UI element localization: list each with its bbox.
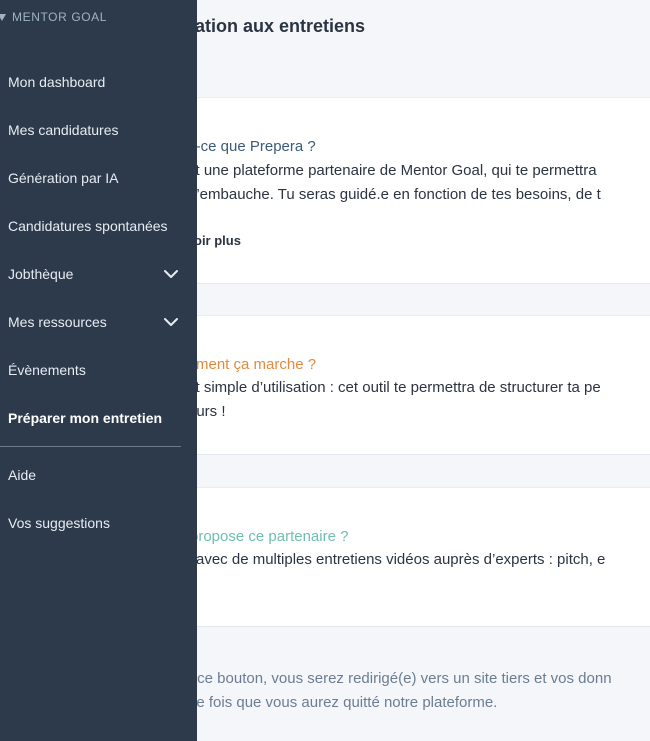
sidebar-item-label: Mes candidatures	[8, 122, 119, 138]
page-title-text: ration aux entretiens	[188, 16, 366, 36]
sidebar-item-label: Génération par IA	[8, 170, 119, 186]
sidebar-item-aide[interactable]: Aide	[8, 461, 184, 489]
sidebar-item-generation-ia[interactable]: Génération par IA	[8, 164, 184, 192]
sidebar-item-label: Jobthèque	[8, 266, 74, 282]
see-more-link[interactable]: oir plus	[194, 233, 241, 248]
disclaimer-line: ne fois que vous aurez quitté notre plat…	[188, 694, 498, 711]
sidebar-divider	[0, 446, 181, 447]
card-text-line: st simple d’utilisation : cet outil te p…	[188, 379, 601, 396]
sidebar-item-label: Évènements	[8, 362, 86, 378]
sidebar-item-evenements[interactable]: Évènements	[8, 356, 184, 384]
card-text-line: avec de multiples entretiens vidéos aupr…	[196, 551, 606, 568]
sidebar-item-label: Aide	[8, 467, 37, 483]
sidebar-item-label: Candidatures spontanées	[8, 218, 168, 234]
chevron-down-icon[interactable]	[164, 269, 178, 279]
card-title: ment ça marche ?	[196, 356, 317, 373]
mentor-goal-logo-icon	[0, 14, 6, 21]
sidebar-item-ressources[interactable]: Mes ressources	[8, 308, 184, 336]
disclaimer-line: r ce bouton, vous serez redirigé(e) vers…	[188, 670, 612, 687]
sidebar-item-candidatures[interactable]: Mes candidatures	[8, 116, 184, 144]
sidebar-item-dashboard[interactable]: Mon dashboard	[8, 68, 184, 96]
brand-name: MENTOR GOAL	[12, 10, 108, 24]
card-title: propose ce partenaire ?	[190, 528, 349, 545]
chevron-down-icon[interactable]	[164, 317, 178, 327]
card-text-line: st une plateforme partenaire de Mentor G…	[188, 162, 597, 179]
brand[interactable]: MENTOR GOAL	[0, 10, 107, 24]
sidebar-item-jobtheque[interactable]: Jobthèque	[8, 260, 184, 288]
sidebar-item-label: Mon dashboard	[8, 74, 106, 90]
sidebar: MENTOR GOAL Mon dashboard Mes candidatur…	[0, 0, 197, 741]
sidebar-item-label: Préparer mon entretien	[8, 410, 163, 426]
sidebar-item-candidatures-spontanees[interactable]: Candidatures spontanées	[8, 212, 184, 240]
sidebar-item-label: Vos suggestions	[8, 515, 110, 531]
card-text-line: d’embauche. Tu seras guidé.e en fonction…	[188, 186, 601, 203]
card-title: st-ce que Prepera ?	[184, 138, 316, 155]
sidebar-item-label: Mes ressources	[8, 314, 107, 330]
sidebar-item-suggestions[interactable]: Vos suggestions	[8, 509, 184, 537]
sidebar-item-preparer-entretien[interactable]: Préparer mon entretien	[8, 404, 184, 432]
